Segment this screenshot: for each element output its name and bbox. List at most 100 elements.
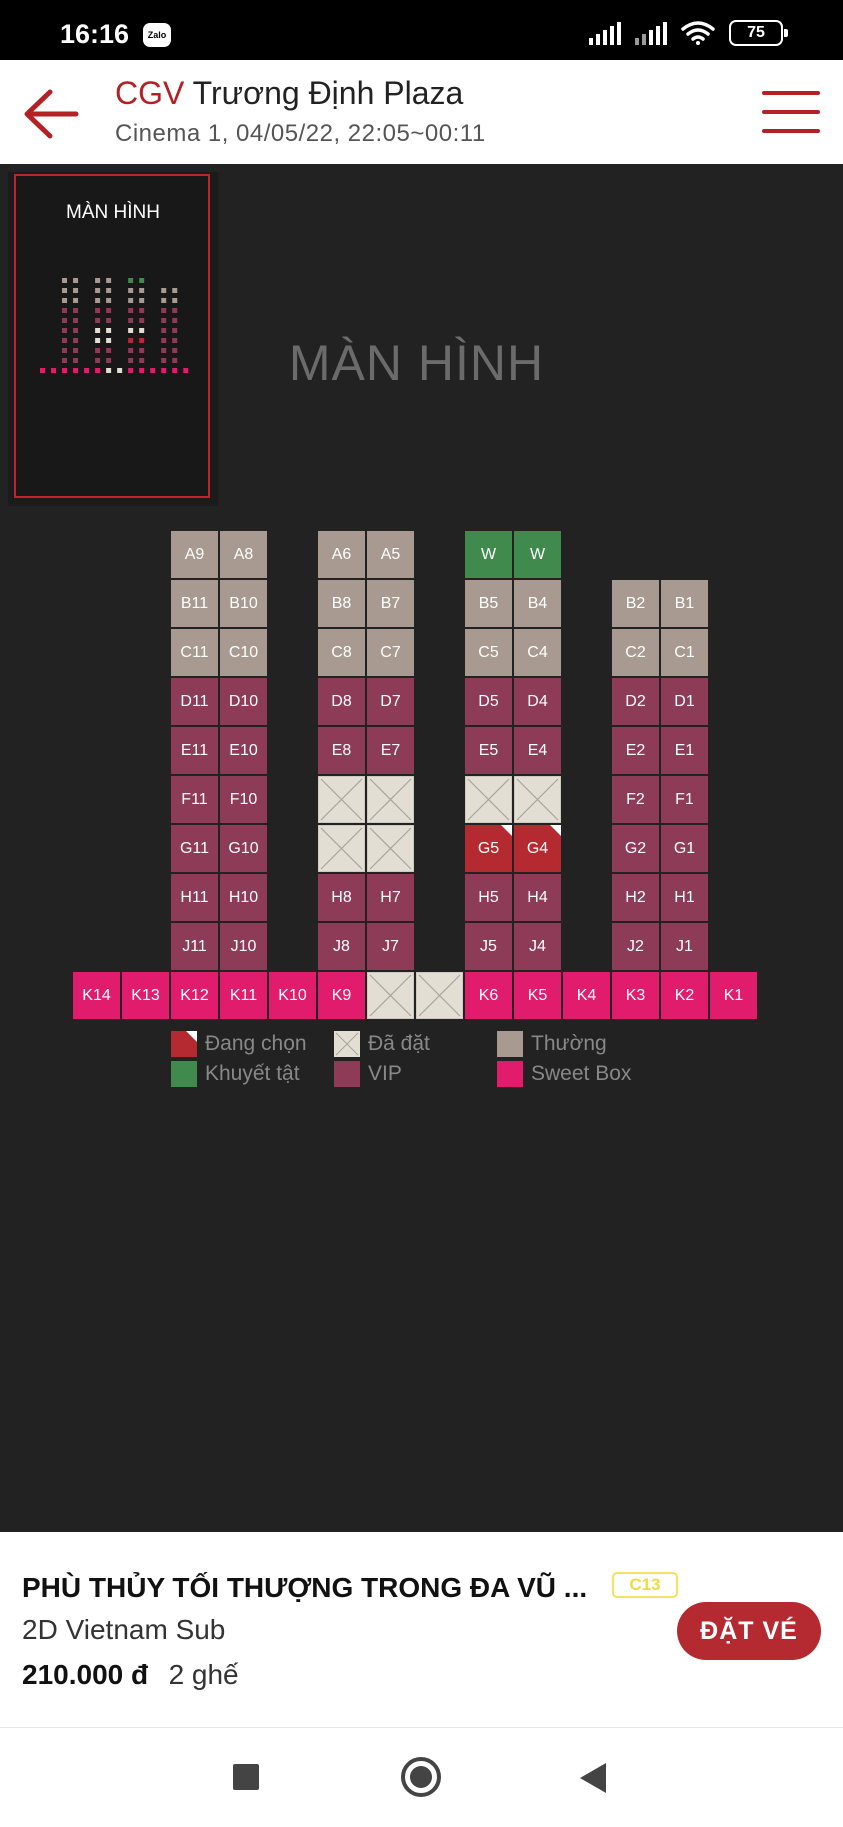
seat-d4[interactable]: D4	[514, 678, 561, 725]
app-header: CGV Trương Định Plaza Cinema 1, 04/05/22…	[0, 60, 843, 164]
seat-k6[interactable]: K6	[465, 972, 512, 1019]
seat-label: G4	[526, 839, 549, 857]
seat-k10[interactable]: K10	[269, 972, 316, 1019]
seat-f11[interactable]: F11	[171, 776, 218, 823]
seat-h2[interactable]: H2	[612, 874, 659, 921]
seat-h7[interactable]: H7	[367, 874, 414, 921]
seat-map-area[interactable]: MÀN HÌNH MÀN HÌNH A9 A8 A6 A5 W W B11 B10 B8 B7 B5…	[0, 164, 843, 1532]
seat-b11[interactable]: B11	[171, 580, 218, 627]
seat-f1[interactable]: F1	[661, 776, 708, 823]
back-arrow-icon[interactable]	[22, 88, 80, 140]
seat-h10[interactable]: H10	[220, 874, 267, 921]
seat-j8[interactable]: J8	[318, 923, 365, 970]
seat-h4[interactable]: H4	[514, 874, 561, 921]
seat-g2[interactable]: G2	[612, 825, 659, 872]
seat-count: 2 ghế	[168, 1659, 239, 1690]
seat-f2[interactable]: F2	[612, 776, 659, 823]
seat-d2[interactable]: D2	[612, 678, 659, 725]
seat-k11[interactable]: K11	[220, 972, 267, 1019]
seat-e10[interactable]: E10	[220, 727, 267, 774]
seat-b1[interactable]: B1	[661, 580, 708, 627]
seat-k13[interactable]: K13	[122, 972, 169, 1019]
seat-h1[interactable]: H1	[661, 874, 708, 921]
seat-h8[interactable]: H8	[318, 874, 365, 921]
seat-g4[interactable]: G4	[514, 825, 561, 872]
nav-back-icon[interactable]	[580, 1763, 606, 1793]
seat-a6[interactable]: A6	[318, 531, 365, 578]
seat-e4[interactable]: E4	[514, 727, 561, 774]
seat-c8[interactable]: C8	[318, 629, 365, 676]
seat-a5[interactable]: A5	[367, 531, 414, 578]
seat-b2[interactable]: B2	[612, 580, 659, 627]
legend-selected-swatch	[171, 1031, 197, 1057]
seat-d5[interactable]: D5	[465, 678, 512, 725]
seat-a8[interactable]: A8	[220, 531, 267, 578]
seat-label: A8	[233, 545, 254, 563]
seat-h11[interactable]: H11	[171, 874, 218, 921]
seat-e1[interactable]: E1	[661, 727, 708, 774]
seat-g5[interactable]: G5	[465, 825, 512, 872]
seat-j7[interactable]: J7	[367, 923, 414, 970]
seat-b7[interactable]: B7	[367, 580, 414, 627]
seat-d7[interactable]: D7	[367, 678, 414, 725]
seat-d11[interactable]: D11	[171, 678, 218, 725]
seat-d8[interactable]: D8	[318, 678, 365, 725]
seat-j10[interactable]: J10	[220, 923, 267, 970]
seat-k12[interactable]: K12	[171, 972, 218, 1019]
seat-h5[interactable]: H5	[465, 874, 512, 921]
status-time: 16:16	[60, 19, 130, 49]
seat-j4[interactable]: J4	[514, 923, 561, 970]
seat-j2[interactable]: J2	[612, 923, 659, 970]
seat-b10[interactable]: B10	[220, 580, 267, 627]
seat-f10[interactable]: F10	[220, 776, 267, 823]
cinema-title: CGV Trương Định Plaza	[115, 75, 463, 112]
seat-j11[interactable]: J11	[171, 923, 218, 970]
seat-b4[interactable]: B4	[514, 580, 561, 627]
signal-icon	[589, 21, 621, 45]
seat-c1[interactable]: C1	[661, 629, 708, 676]
seat-label: D7	[380, 692, 401, 710]
minimap-dot	[95, 318, 101, 323]
seat-g1[interactable]: G1	[661, 825, 708, 872]
seat-k1[interactable]: K1	[710, 972, 757, 1019]
seat-d10[interactable]: D10	[220, 678, 267, 725]
seat-g11[interactable]: G11	[171, 825, 218, 872]
seat-c7[interactable]: C7	[367, 629, 414, 676]
seat-c11[interactable]: C11	[171, 629, 218, 676]
seat-w[interactable]: W	[465, 531, 512, 578]
seat-b5[interactable]: B5	[465, 580, 512, 627]
screen-label: MÀN HÌNH	[288, 335, 545, 391]
seat-label: C5	[478, 643, 499, 661]
hamburger-menu-icon[interactable]	[762, 91, 820, 135]
seat-k9[interactable]: K9	[318, 972, 365, 1019]
seat-d1[interactable]: D1	[661, 678, 708, 725]
seat-c2[interactable]: C2	[612, 629, 659, 676]
seat-k3[interactable]: K3	[612, 972, 659, 1019]
seat-c10[interactable]: C10	[220, 629, 267, 676]
seat-e2[interactable]: E2	[612, 727, 659, 774]
seat-j5[interactable]: J5	[465, 923, 512, 970]
seat-k4[interactable]: K4	[563, 972, 610, 1019]
minimap-dot	[106, 298, 112, 303]
seat-k2[interactable]: K2	[661, 972, 708, 1019]
book-ticket-button[interactable]: ĐẶT VÉ	[677, 1602, 821, 1660]
seat-k14[interactable]: K14	[73, 972, 120, 1019]
minimap-dot	[139, 308, 145, 313]
seat-k5[interactable]: K5	[514, 972, 561, 1019]
home-icon[interactable]	[401, 1757, 441, 1797]
seat-e11[interactable]: E11	[171, 727, 218, 774]
minimap-dot	[139, 288, 145, 293]
price-line: 210.000 đ 2 ghế	[22, 1659, 239, 1691]
seat-a9[interactable]: A9	[171, 531, 218, 578]
seat-c5[interactable]: C5	[465, 629, 512, 676]
recent-apps-icon[interactable]	[233, 1764, 259, 1790]
seat-c4[interactable]: C4	[514, 629, 561, 676]
seat-j1[interactable]: J1	[661, 923, 708, 970]
seat-booked	[318, 825, 365, 872]
seat-b8[interactable]: B8	[318, 580, 365, 627]
seat-e7[interactable]: E7	[367, 727, 414, 774]
seat-w[interactable]: W	[514, 531, 561, 578]
seat-g10[interactable]: G10	[220, 825, 267, 872]
seat-e5[interactable]: E5	[465, 727, 512, 774]
seat-e8[interactable]: E8	[318, 727, 365, 774]
